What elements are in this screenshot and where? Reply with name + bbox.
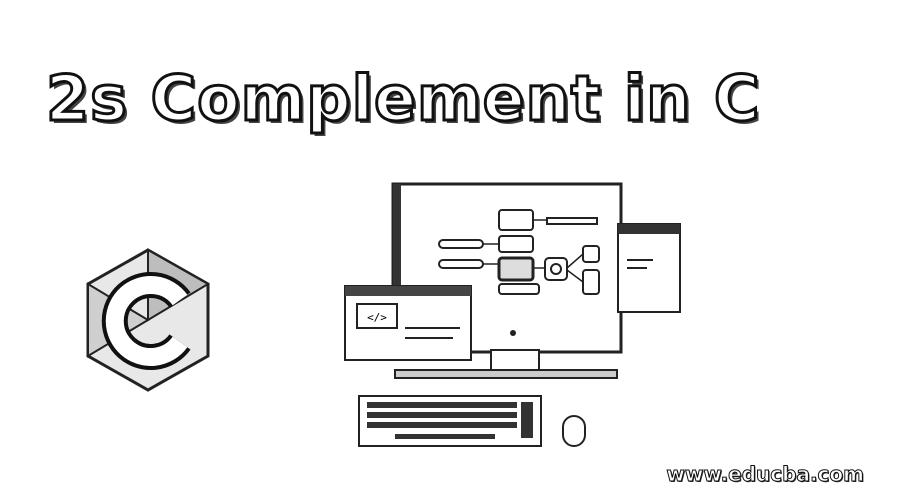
page-title: 2s Complement in C [45, 61, 762, 137]
desktop-computer-code-icon: </> [344, 182, 681, 447]
watermark: www.educba.com [666, 462, 865, 487]
svg-text:</>: </> [367, 311, 387, 324]
c-language-logo-icon [86, 248, 210, 392]
